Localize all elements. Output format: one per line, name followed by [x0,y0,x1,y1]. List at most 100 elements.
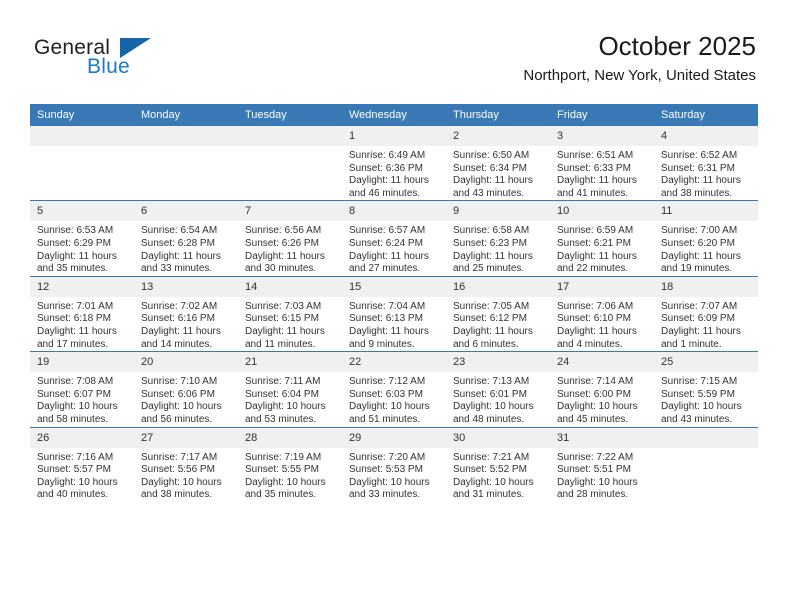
day-number: 15 [342,276,446,297]
day-details: Sunrise: 7:00 AM Sunset: 6:20 PM Daylight:… [654,221,758,275]
calendar-day-cell[interactable]: 20 Sunrise: 7:10 AM Sunset: 6:06 PM Dayligh… [134,351,238,427]
calendar-day-cell[interactable]: 21 Sunrise: 7:11 AM Sunset: 6:04 PM Dayligh… [238,351,342,427]
calendar-day-cell[interactable]: 25 Sunrise: 7:15 AM Sunset: 5:59 PM Dayligh… [654,351,758,427]
calendar-day-cell[interactable]: 7 Sunrise: 6:56 AM Sunset: 6:26 PM Daylight… [238,200,342,277]
calendar-day-cell[interactable]: 27 Sunrise: 7:17 AM Sunset: 5:56 PM Dayligh… [134,426,238,502]
sunrise-text: Sunrise: 6:59 AM [557,225,634,237]
calendar-day-cell[interactable]: 11 Sunrise: 7:00 AM Sunset: 6:20 PM Dayligh… [654,200,758,277]
calendar-day-cell-empty [238,126,342,201]
sunrise-text: Sunrise: 7:06 AM [557,300,634,312]
weekday-header-wednesday: Wednesday [342,104,446,126]
weekday-header-saturday: Saturday [654,104,758,126]
sunrise-text: Sunrise: 6:56 AM [245,225,322,237]
calendar-day-cell[interactable]: 18 Sunrise: 7:07 AM Sunset: 6:09 PM Dayligh… [654,275,758,352]
calendar-day-cell[interactable]: 3 Sunrise: 6:51 AM Sunset: 6:33 PM Daylight… [550,126,654,201]
sunrise-text: Sunrise: 7:07 AM [661,300,738,312]
calendar-day-cell[interactable]: 10 Sunrise: 6:59 AM Sunset: 6:21 PM Dayligh… [550,200,654,277]
daylight-text-line1: Daylight: 11 hours [245,325,325,337]
sunrise-text: Sunrise: 7:16 AM [37,451,114,463]
daylight-text-line1: Daylight: 11 hours [453,175,533,187]
calendar-day-cell[interactable]: 13 Sunrise: 7:02 AM Sunset: 6:16 PM Dayligh… [134,275,238,352]
calendar-day-cell[interactable]: 30 Sunrise: 7:21 AM Sunset: 5:52 PM Dayligh… [446,426,550,502]
daylight-text-line2: and 33 minutes. [349,489,421,501]
calendar-day-cell[interactable]: 19 Sunrise: 7:08 AM Sunset: 6:07 PM Dayligh… [30,351,134,427]
general-blue-logo[interactable]: General Blue [34,36,214,86]
daylight-text-line1: Daylight: 11 hours [349,325,429,337]
day-number [238,126,342,146]
sunset-text: Sunset: 6:04 PM [245,388,319,400]
day-number: 6 [134,201,238,222]
day-details: Sunrise: 6:59 AM Sunset: 6:21 PM Daylight:… [550,221,654,275]
title-block: October 2025 Northport, New York, United… [523,30,756,85]
day-details: Sunrise: 7:08 AM Sunset: 6:07 PM Daylight:… [30,372,134,426]
daylight-text-line2: and 4 minutes. [557,338,623,350]
weekday-header-thursday: Thursday [446,104,550,126]
sunrise-text: Sunrise: 7:00 AM [661,225,738,237]
sunset-text: Sunset: 6:34 PM [453,162,527,174]
daylight-text-line2: and 38 minutes. [661,187,733,199]
daylight-text-line1: Daylight: 10 hours [349,401,430,413]
day-number: 8 [342,201,446,222]
sunrise-text: Sunrise: 7:22 AM [557,451,634,463]
daylight-text-line1: Daylight: 11 hours [37,250,117,262]
daylight-text-line1: Daylight: 10 hours [141,401,222,413]
sunset-text: Sunset: 6:31 PM [661,162,735,174]
calendar-day-cell[interactable]: 12 Sunrise: 7:01 AM Sunset: 6:18 PM Dayligh… [30,275,134,352]
daylight-text-line2: and 25 minutes. [453,263,525,275]
calendar-day-cell[interactable]: 4 Sunrise: 6:52 AM Sunset: 6:31 PM Daylight… [654,126,758,201]
daylight-text-line1: Daylight: 10 hours [453,476,534,488]
calendar-day-cell[interactable]: 17 Sunrise: 7:06 AM Sunset: 6:10 PM Dayligh… [550,275,654,352]
calendar-day-cell[interactable]: 9 Sunrise: 6:58 AM Sunset: 6:23 PM Daylight… [446,200,550,277]
calendar-day-cell[interactable]: 6 Sunrise: 6:54 AM Sunset: 6:28 PM Daylight… [134,200,238,277]
calendar-body: 1 Sunrise: 6:49 AM Sunset: 6:36 PM Daylight… [30,126,758,502]
sunrise-text: Sunrise: 7:13 AM [453,376,530,388]
day-number: 21 [238,352,342,373]
sunrise-text: Sunrise: 7:10 AM [141,376,218,388]
sunset-text: Sunset: 6:13 PM [349,313,423,325]
daylight-text-line2: and 58 minutes. [37,413,109,425]
calendar-day-cell[interactable]: 31 Sunrise: 7:22 AM Sunset: 5:51 PM Dayligh… [550,426,654,502]
calendar-day-cell[interactable]: 2 Sunrise: 6:50 AM Sunset: 6:34 PM Daylight… [446,126,550,201]
calendar-week-row: 5 Sunrise: 6:53 AM Sunset: 6:29 PM Daylight… [30,200,758,277]
calendar-day-cell[interactable]: 15 Sunrise: 7:04 AM Sunset: 6:13 PM Dayligh… [342,275,446,352]
calendar-week-row: 12 Sunrise: 7:01 AM Sunset: 6:18 PM Dayligh… [30,275,758,352]
calendar-day-cell[interactable]: 16 Sunrise: 7:05 AM Sunset: 6:12 PM Dayligh… [446,275,550,352]
sunrise-text: Sunrise: 7:02 AM [141,300,218,312]
day-number: 7 [238,201,342,222]
sunset-text: Sunset: 6:33 PM [557,162,631,174]
calendar-day-cell[interactable]: 1 Sunrise: 6:49 AM Sunset: 6:36 PM Daylight… [342,126,446,201]
daylight-text-line2: and 35 minutes. [245,489,317,501]
daylight-text-line1: Daylight: 11 hours [141,325,221,337]
calendar-day-cell[interactable]: 29 Sunrise: 7:20 AM Sunset: 5:53 PM Dayligh… [342,426,446,502]
daylight-text-line1: Daylight: 11 hours [349,175,429,187]
sunset-text: Sunset: 6:36 PM [349,162,423,174]
day-number: 22 [342,352,446,373]
daylight-text-line1: Daylight: 10 hours [349,476,430,488]
day-number: 5 [30,201,134,222]
calendar-day-cell[interactable]: 22 Sunrise: 7:12 AM Sunset: 6:03 PM Dayligh… [342,351,446,427]
daylight-text-line2: and 53 minutes. [245,413,317,425]
calendar-day-cell[interactable]: 8 Sunrise: 6:57 AM Sunset: 6:24 PM Daylight… [342,200,446,277]
day-number: 17 [550,276,654,297]
day-details: Sunrise: 6:50 AM Sunset: 6:34 PM Daylight:… [446,146,550,200]
sunrise-text: Sunrise: 7:20 AM [349,451,426,463]
day-number: 26 [30,427,134,448]
daylight-text-line2: and 46 minutes. [349,187,421,199]
calendar-day-cell[interactable]: 14 Sunrise: 7:03 AM Sunset: 6:15 PM Dayligh… [238,275,342,352]
weekday-header-tuesday: Tuesday [238,104,342,126]
day-details: Sunrise: 6:58 AM Sunset: 6:23 PM Daylight:… [446,221,550,275]
sunset-text: Sunset: 6:07 PM [37,388,111,400]
daylight-text-line1: Daylight: 11 hours [557,175,637,187]
calendar-day-cell-empty [134,126,238,201]
sunset-text: Sunset: 6:28 PM [141,237,215,249]
calendar-day-cell[interactable]: 24 Sunrise: 7:14 AM Sunset: 6:00 PM Dayligh… [550,351,654,427]
sunset-text: Sunset: 5:56 PM [141,464,215,476]
sunset-text: Sunset: 6:09 PM [661,313,735,325]
calendar-day-cell[interactable]: 23 Sunrise: 7:13 AM Sunset: 6:01 PM Dayligh… [446,351,550,427]
calendar-day-cell[interactable]: 28 Sunrise: 7:19 AM Sunset: 5:55 PM Dayligh… [238,426,342,502]
calendar-day-cell[interactable]: 26 Sunrise: 7:16 AM Sunset: 5:57 PM Dayligh… [30,426,134,502]
day-number [134,126,238,146]
daylight-text-line1: Daylight: 10 hours [245,401,326,413]
daylight-text-line1: Daylight: 11 hours [349,250,429,262]
calendar-day-cell[interactable]: 5 Sunrise: 6:53 AM Sunset: 6:29 PM Daylight… [30,200,134,277]
